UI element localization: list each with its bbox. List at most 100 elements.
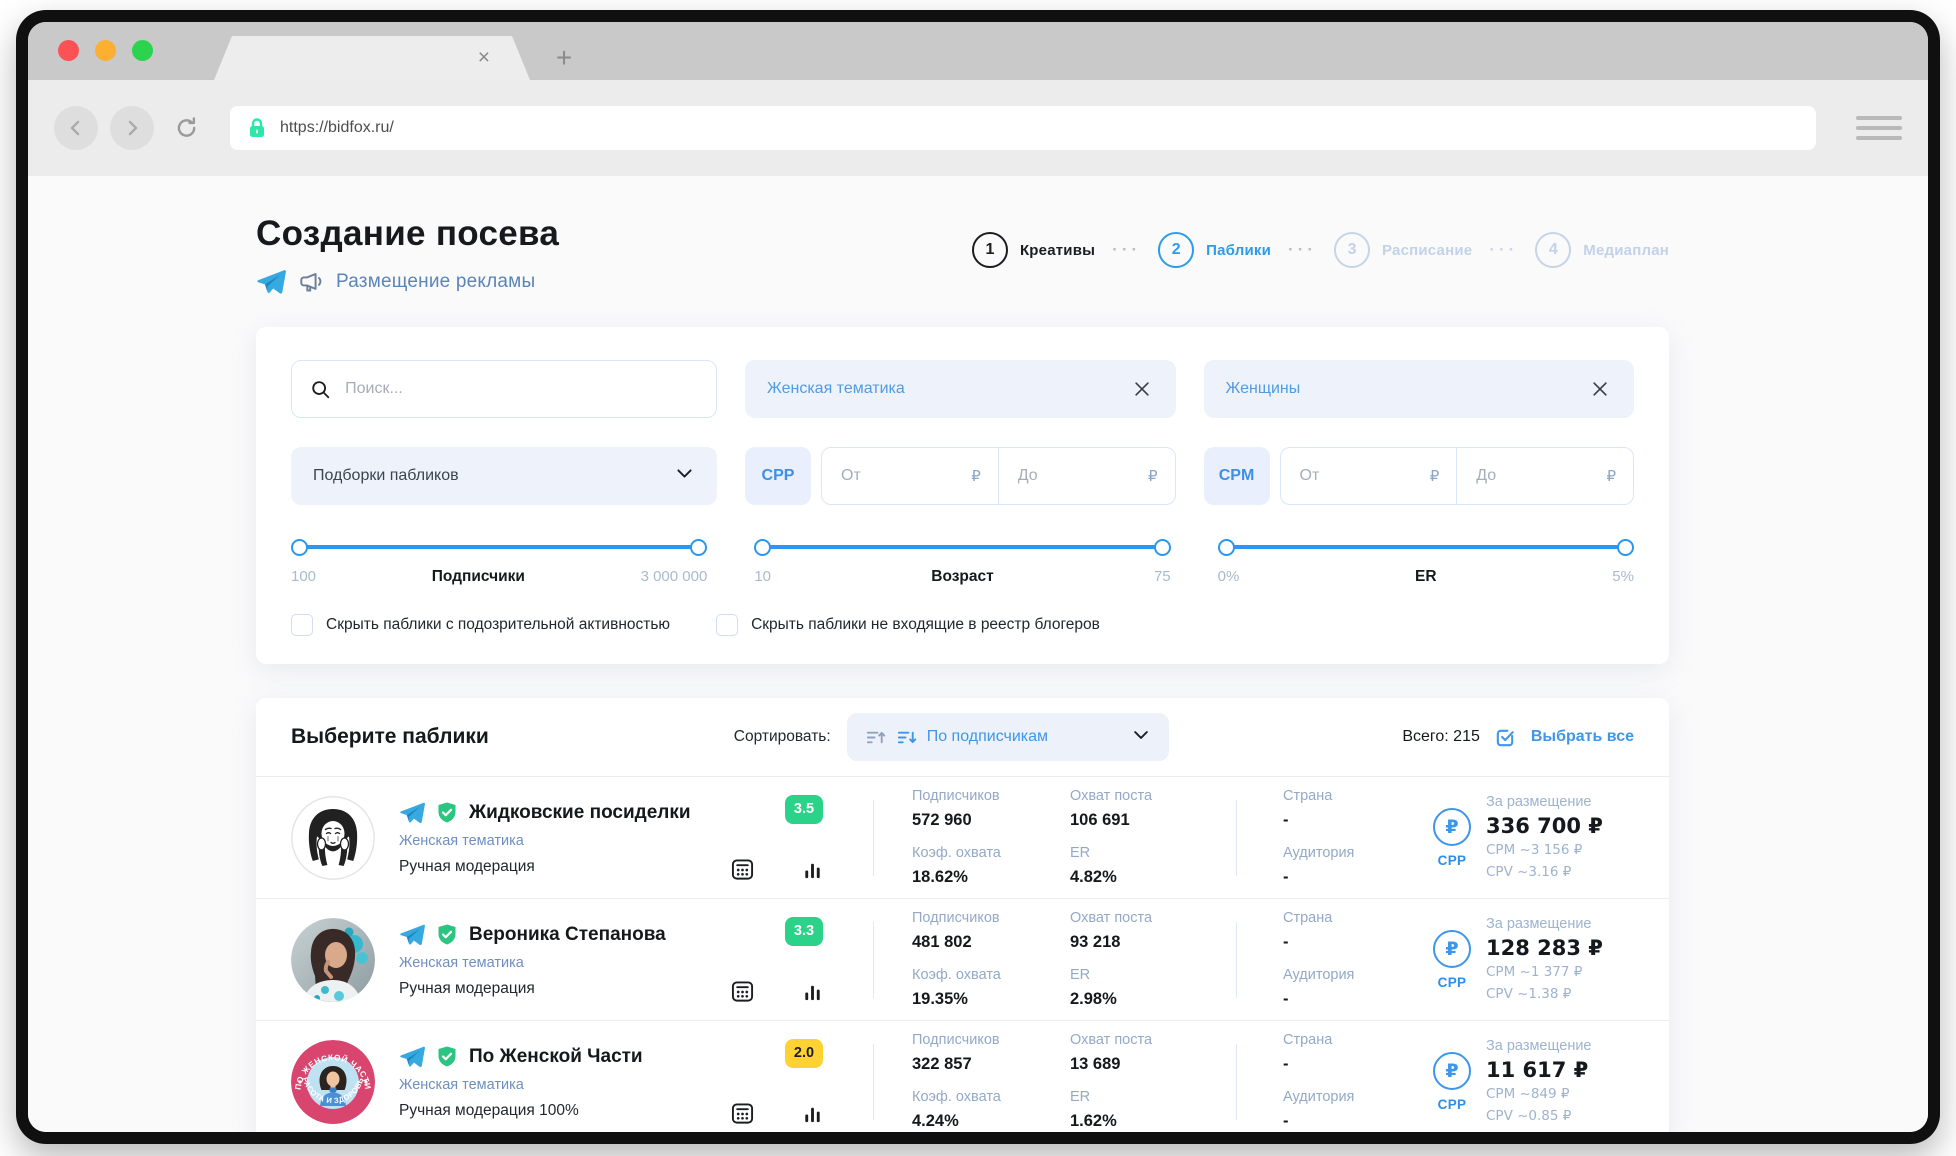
calculator-icon[interactable] bbox=[731, 1102, 754, 1125]
new-tab-button[interactable]: + bbox=[544, 36, 584, 80]
slider-handle-max[interactable] bbox=[1617, 539, 1634, 556]
public-row[interactable]: ПО ЖЕНСКОЙ ЧАСТИ КРАСОТА И ЗДОРОВЬЕ bbox=[256, 1020, 1669, 1132]
ruble-circle-icon: ₽ bbox=[1433, 808, 1471, 846]
price-type: CPP bbox=[1438, 975, 1467, 990]
step-separator: ··· bbox=[1112, 240, 1141, 260]
close-window-button[interactable] bbox=[58, 40, 79, 61]
avatar: ПО ЖЕНСКОЙ ЧАСТИ КРАСОТА И ЗДОРОВЬЕ bbox=[291, 1040, 375, 1124]
step-schedule[interactable]: 3 Расписание bbox=[1334, 232, 1472, 268]
rating-badge: 2.0 bbox=[785, 1039, 823, 1068]
country-value: - bbox=[1283, 933, 1433, 952]
sort-dropdown[interactable]: По подписчикам bbox=[847, 713, 1169, 761]
price-value: 336 700 ₽ bbox=[1486, 814, 1603, 838]
subscribers-value: 481 802 bbox=[912, 933, 1044, 952]
step-publics[interactable]: 2 Паблики bbox=[1158, 232, 1271, 268]
maximize-window-button[interactable] bbox=[132, 40, 153, 61]
slider-track[interactable] bbox=[1218, 539, 1634, 555]
browser-titlebar: × + bbox=[28, 22, 1928, 80]
audience-value: - bbox=[1283, 868, 1433, 887]
divider bbox=[873, 1044, 874, 1120]
browser-toolbar: https://bidfox.ru/ bbox=[28, 80, 1928, 176]
verified-shield-icon bbox=[435, 801, 459, 825]
public-name[interactable]: Вероника Степанова bbox=[469, 924, 666, 946]
subscribers-slider: 100 Подписчики 3 000 000 bbox=[291, 539, 707, 586]
total-count: Всего: 215 bbox=[1402, 728, 1480, 746]
tab-close-icon[interactable]: × bbox=[478, 46, 490, 70]
telegram-icon bbox=[256, 267, 286, 297]
page-subtitle: Размещение рекламы bbox=[336, 271, 535, 293]
public-name[interactable]: Жидковские посиделки bbox=[469, 802, 691, 824]
divider bbox=[1236, 800, 1237, 876]
cpm-value: CPM ~3 156 ₽ bbox=[1486, 842, 1603, 860]
forward-button[interactable] bbox=[110, 106, 154, 150]
wizard-stepper: 1 Креативы ··· 2 Паблики ··· 3 Расписани… bbox=[972, 232, 1669, 268]
cpv-value: CPV ~0.85 ₽ bbox=[1486, 1108, 1592, 1126]
forward-icon bbox=[121, 117, 143, 139]
gender-filter-chip[interactable]: Женщины bbox=[1204, 360, 1635, 418]
select-all-link[interactable]: Выбрать все bbox=[1531, 728, 1634, 746]
browser-window: × + https://bidfox.ru/ Создание посева bbox=[16, 10, 1940, 1144]
bar-chart-icon[interactable] bbox=[802, 1102, 823, 1125]
er-slider: 0% ER 5% bbox=[1218, 539, 1634, 586]
public-row[interactable]: Вероника Степанова Женская тематика Ручн… bbox=[256, 898, 1669, 1020]
sort-asc-icon[interactable] bbox=[865, 727, 886, 748]
cpm-from-input[interactable] bbox=[1298, 466, 1422, 486]
bar-chart-icon[interactable] bbox=[802, 980, 823, 1003]
calculator-icon[interactable] bbox=[731, 858, 754, 881]
slider-handle-min[interactable] bbox=[291, 539, 308, 556]
cpm-toggle-button[interactable]: CPM bbox=[1204, 447, 1270, 505]
public-moderation: Ручная модерация bbox=[399, 980, 731, 998]
menu-button[interactable] bbox=[1856, 106, 1902, 150]
divider bbox=[873, 922, 874, 998]
cpp-from-input[interactable] bbox=[839, 466, 963, 486]
public-topic: Женская тематика bbox=[399, 1077, 731, 1093]
slider-handle-max[interactable] bbox=[1154, 539, 1171, 556]
step-number: 4 bbox=[1535, 232, 1571, 268]
hide-suspicious-checkbox[interactable] bbox=[291, 614, 313, 636]
back-button[interactable] bbox=[54, 106, 98, 150]
topic-filter-chip[interactable]: Женская тематика bbox=[745, 360, 1176, 418]
post-reach-value: 106 691 bbox=[1070, 811, 1202, 830]
public-row[interactable]: Жидковские посиделки Женская тематика Ру… bbox=[256, 776, 1669, 898]
search-icon bbox=[310, 378, 330, 400]
reload-button[interactable] bbox=[166, 106, 206, 150]
slider-handle-min[interactable] bbox=[754, 539, 771, 556]
remove-gender-filter-icon[interactable] bbox=[1588, 377, 1612, 401]
slider-track[interactable] bbox=[754, 539, 1170, 555]
cpp-toggle-button[interactable]: CPP bbox=[745, 447, 811, 505]
public-topic: Женская тематика bbox=[399, 955, 731, 971]
cpm-value: CPM ~849 ₽ bbox=[1486, 1086, 1592, 1104]
remove-topic-filter-icon[interactable] bbox=[1130, 377, 1154, 401]
age-slider: 10 Возраст 75 bbox=[754, 539, 1170, 586]
ruble-circle-icon: ₽ bbox=[1433, 930, 1471, 968]
browser-tab[interactable]: × bbox=[214, 36, 530, 80]
url-text: https://bidfox.ru/ bbox=[280, 119, 394, 137]
minimize-window-button[interactable] bbox=[95, 40, 116, 61]
page-viewport: Создание посева Размещение рекламы 1 Кре… bbox=[28, 176, 1928, 1132]
hide-unregistered-checkbox[interactable] bbox=[716, 614, 738, 636]
avatar bbox=[291, 918, 375, 1002]
collections-dropdown[interactable]: Подборки пабликов bbox=[291, 447, 717, 505]
divider bbox=[1236, 1044, 1237, 1120]
ruble-sign: ₽ bbox=[1606, 467, 1616, 485]
cpp-to-input[interactable] bbox=[1016, 466, 1140, 486]
slider-handle-min[interactable] bbox=[1218, 539, 1235, 556]
step-mediaplan[interactable]: 4 Медиаплан bbox=[1535, 232, 1669, 268]
country-value: - bbox=[1283, 811, 1433, 830]
public-name[interactable]: По Женской Части bbox=[469, 1046, 643, 1068]
step-number: 3 bbox=[1334, 232, 1370, 268]
divider bbox=[873, 800, 874, 876]
address-bar[interactable]: https://bidfox.ru/ bbox=[230, 106, 1816, 150]
select-all-icon[interactable] bbox=[1494, 726, 1517, 749]
slider-handle-max[interactable] bbox=[690, 539, 707, 556]
calculator-icon[interactable] bbox=[731, 980, 754, 1003]
slider-track[interactable] bbox=[291, 539, 707, 555]
public-moderation: Ручная модерация 100% bbox=[399, 1102, 731, 1120]
search-input[interactable] bbox=[343, 379, 698, 399]
sort-desc-icon[interactable] bbox=[896, 727, 917, 748]
bar-chart-icon[interactable] bbox=[802, 858, 823, 881]
telegram-icon bbox=[399, 800, 425, 826]
cpm-to-input[interactable] bbox=[1474, 466, 1598, 486]
step-creatives[interactable]: 1 Креативы bbox=[972, 232, 1095, 268]
price-block: ₽ CPP За размещение 11 617 ₽ CPM ~849 ₽ … bbox=[1433, 1038, 1665, 1125]
